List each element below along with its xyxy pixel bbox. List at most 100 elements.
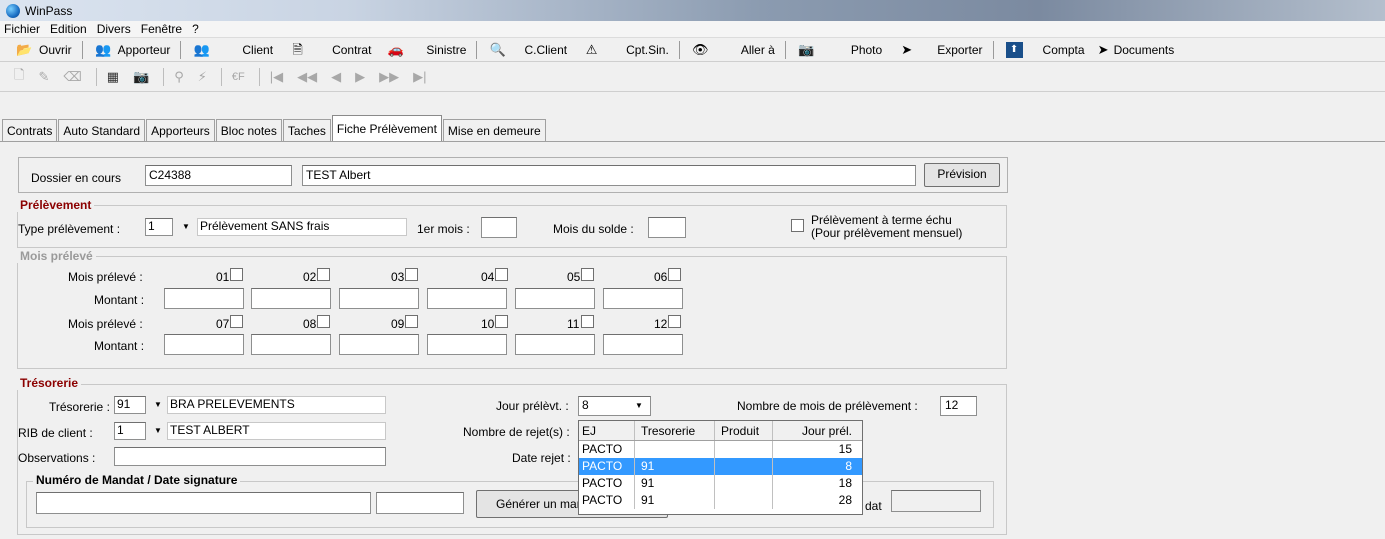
compta-icon[interactable]: ⬆ — [1005, 41, 1023, 58]
cclient-button[interactable]: C.Client — [524, 43, 567, 57]
camera-icon[interactable]: 📷 — [798, 42, 815, 58]
first-record-icon[interactable]: |◀ — [270, 69, 283, 85]
month-checkbox-01[interactable] — [230, 268, 243, 281]
tab-contrats[interactable]: Contrats — [2, 119, 58, 141]
month-checkbox-09[interactable] — [405, 315, 418, 328]
rib-code[interactable]: 1 — [114, 422, 146, 440]
month-checkbox-02[interactable] — [317, 268, 330, 281]
montant-field-10[interactable] — [427, 334, 507, 355]
montant-field-05[interactable] — [515, 288, 595, 309]
exporter-button[interactable]: Exporter — [937, 43, 982, 57]
compta-button[interactable]: Compta — [1043, 43, 1085, 57]
month-checkbox-04[interactable] — [495, 268, 508, 281]
magnifier-icon[interactable]: 🔍 — [489, 42, 506, 58]
montant-field-02[interactable] — [251, 288, 331, 309]
previous-record-icon[interactable]: ◀ — [331, 69, 341, 85]
eye-icon[interactable]: 👁 — [692, 42, 709, 58]
edit-pencil-icon[interactable]: ✎ — [38, 69, 49, 85]
dossier-code-field[interactable]: C24388 — [145, 165, 292, 186]
popup-header-produit[interactable]: Produit — [715, 421, 773, 440]
tab-auto-standard[interactable]: Auto Standard — [58, 119, 146, 141]
menu-help[interactable]: ? — [192, 22, 199, 36]
popup-header-tresorerie[interactable]: Tresorerie — [635, 421, 715, 440]
montant-field-09[interactable] — [339, 334, 419, 355]
terme-echu-checkbox[interactable] — [791, 219, 804, 232]
jour-prelevement-select[interactable]: 8 ▼ — [578, 396, 651, 416]
binoculars-icon[interactable]: ⚲ — [174, 69, 184, 85]
montant-field-01[interactable] — [164, 288, 244, 309]
euro-icon[interactable]: €F — [232, 71, 245, 83]
client-icon[interactable]: 👥 — [193, 42, 210, 58]
popup-row[interactable]: PACTO 15 — [579, 441, 862, 458]
type-prelevement-code[interactable]: 1 — [145, 218, 173, 236]
tab-mise-en-demeure[interactable]: Mise en demeure — [442, 119, 546, 141]
apporteur-button[interactable]: Apporteur — [118, 43, 171, 57]
popup-row[interactable]: PACTO 91 28 — [579, 492, 862, 509]
month-checkbox-03[interactable] — [405, 268, 418, 281]
mandat-date-field[interactable] — [376, 492, 464, 514]
jour-prelevement-popup[interactable]: EJ Tresorerie Produit Jour prél. PACTO 1… — [578, 420, 863, 515]
month-checkbox-07[interactable] — [230, 315, 243, 328]
rib-text[interactable]: TEST ALBERT — [167, 422, 386, 440]
popup-row[interactable]: PACTO 91 18 — [579, 475, 862, 492]
montant-field-08[interactable] — [251, 334, 331, 355]
montant-field-12[interactable] — [603, 334, 683, 355]
tresorerie-text[interactable]: BRA PRELEVEMENTS — [167, 396, 386, 414]
next-page-icon[interactable]: ▶▶ — [379, 69, 399, 85]
dossier-name-field[interactable]: TEST Albert — [302, 165, 916, 186]
photo-button[interactable]: Photo — [851, 43, 882, 57]
menu-fenetre[interactable]: Fenêtre — [141, 22, 182, 36]
month-checkbox-05[interactable] — [581, 268, 594, 281]
mandat-numero-field[interactable] — [36, 492, 371, 514]
month-checkbox-11[interactable] — [581, 315, 594, 328]
montant-field-03[interactable] — [339, 288, 419, 309]
client-button[interactable]: Client — [242, 43, 273, 57]
menu-edition[interactable]: Edition — [50, 22, 87, 36]
month-checkbox-10[interactable] — [495, 315, 508, 328]
popup-header-jour[interactable]: Jour prél. — [773, 421, 858, 440]
month-checkbox-06[interactable] — [668, 268, 681, 281]
warning-sign-icon[interactable]: ⚠ — [583, 42, 600, 58]
apporteur-icon[interactable]: 👥 — [95, 42, 112, 58]
aller-a-button[interactable]: Aller à — [741, 43, 775, 57]
next-record-icon[interactable]: ▶ — [355, 69, 365, 85]
popup-header-ej[interactable]: EJ — [579, 421, 635, 440]
tresorerie-dropdown-icon[interactable]: ▼ — [151, 398, 165, 412]
lightning-icon[interactable]: ⚡ — [198, 69, 207, 85]
export-arrow-icon[interactable]: ➤ — [898, 42, 915, 58]
prevision-button[interactable]: Prévision — [924, 163, 1000, 187]
type-prelevement-text[interactable]: Prélèvement SANS frais — [197, 218, 407, 236]
documents-button[interactable]: Documents — [1114, 43, 1175, 57]
month-checkbox-08[interactable] — [317, 315, 330, 328]
jour-prelevement-dropdown-icon[interactable]: ▼ — [632, 399, 646, 413]
previous-page-icon[interactable]: ◀◀ — [297, 69, 317, 85]
contrat-icon[interactable]: 🗎 — [289, 42, 306, 58]
tab-apporteurs[interactable]: Apporteurs — [146, 119, 215, 141]
contrat-button[interactable]: Contrat — [332, 43, 371, 57]
montant-field-06[interactable] — [603, 288, 683, 309]
grid-icon[interactable]: ▦ — [107, 69, 119, 85]
rib-dropdown-icon[interactable]: ▼ — [151, 424, 165, 438]
montant-field-11[interactable] — [515, 334, 595, 355]
car-icon[interactable]: 🚗 — [387, 42, 404, 58]
tab-bloc-notes[interactable]: Bloc notes — [215, 119, 282, 141]
montant-field-04[interactable] — [427, 288, 507, 309]
documents-arrow-icon[interactable]: ➤ — [1095, 42, 1112, 58]
new-document-icon[interactable]: 🗋 — [14, 66, 24, 88]
eraser-icon[interactable]: ⌫ — [63, 69, 81, 85]
menu-fichier[interactable]: Fichier — [4, 22, 40, 36]
type-prelevement-dropdown-icon[interactable]: ▼ — [179, 220, 193, 234]
ouvrir-button[interactable]: Ouvrir — [39, 43, 72, 57]
observations-field[interactable] — [114, 447, 386, 466]
tab-taches[interactable]: Taches — [282, 119, 331, 141]
montant-field-07[interactable] — [164, 334, 244, 355]
menu-divers[interactable]: Divers — [97, 22, 131, 36]
popup-row-selected[interactable]: PACTO 91 8 — [579, 458, 862, 475]
premier-mois-field[interactable] — [481, 217, 517, 238]
sinistre-button[interactable]: Sinistre — [426, 43, 466, 57]
folder-open-icon[interactable]: 📂 — [16, 42, 33, 58]
cptsin-button[interactable]: Cpt.Sin. — [626, 43, 669, 57]
mois-solde-field[interactable] — [648, 217, 686, 238]
date-mandat-field[interactable] — [891, 490, 981, 512]
last-record-icon[interactable]: ▶| — [413, 69, 426, 85]
